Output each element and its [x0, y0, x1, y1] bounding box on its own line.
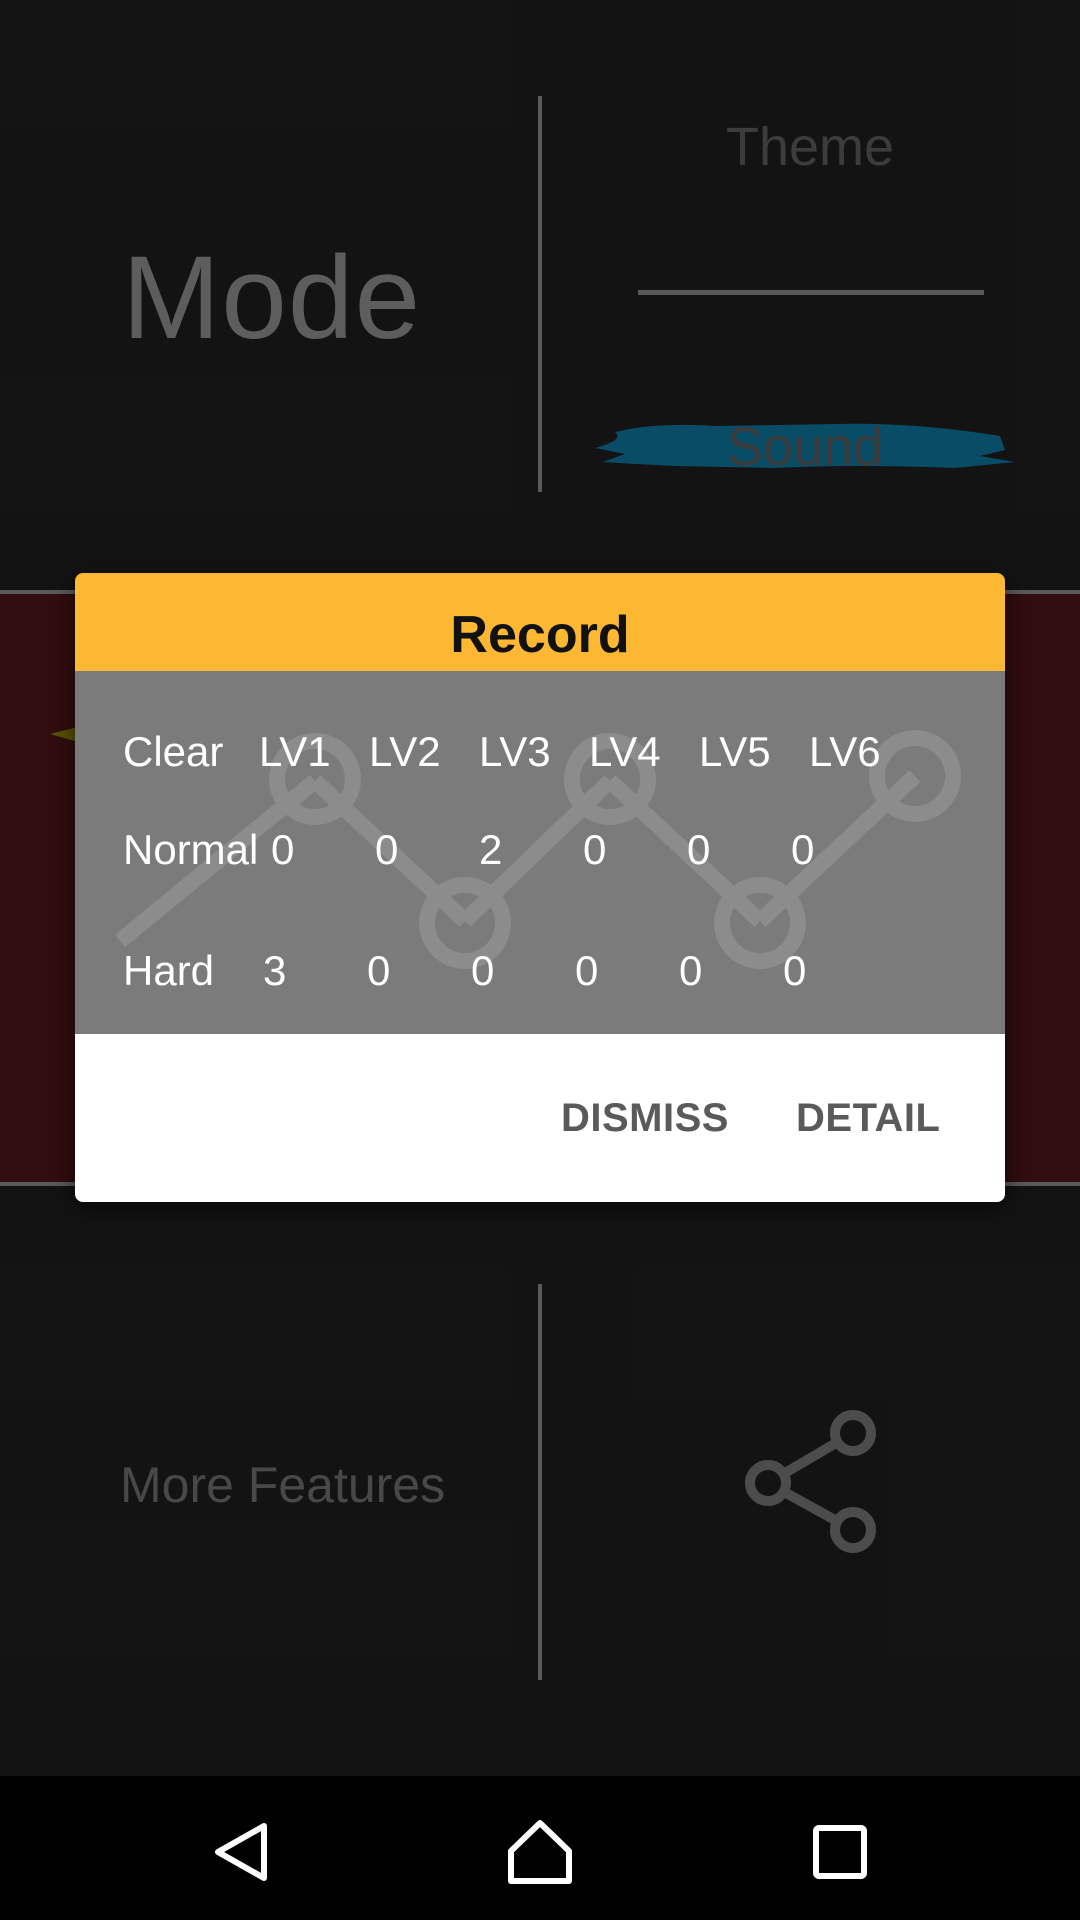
- record-value: 0: [575, 947, 599, 994]
- column-header: LV5: [699, 728, 771, 775]
- column-header: LV6: [809, 728, 881, 775]
- record-value: 3: [263, 947, 287, 994]
- record-dialog: Record Clear LV1 LV2 LV3 LV4 LV5 LV6 Nor…: [75, 573, 1005, 1202]
- record-value: 0: [679, 947, 703, 994]
- column-header: Clear: [123, 728, 224, 775]
- record-value: 0: [367, 947, 391, 994]
- record-value: 0: [687, 826, 711, 873]
- dialog-header: Record: [75, 573, 1005, 671]
- dialog-title: Record: [450, 606, 630, 664]
- home-icon[interactable]: [500, 1812, 580, 1892]
- row-label-hard: Hard: [123, 947, 215, 994]
- column-header: LV1: [259, 728, 331, 775]
- navigation-bar: [0, 1776, 1080, 1920]
- record-value: 0: [791, 826, 815, 873]
- dialog-actions: DISMISS DETAIL: [75, 1034, 1005, 1202]
- record-value: 2: [479, 826, 503, 873]
- back-triangle-icon[interactable]: [202, 1812, 282, 1892]
- record-table: Clear LV1 LV2 LV3 LV4 LV5 LV6 Normal 0 0…: [75, 671, 1005, 1034]
- column-header: LV2: [369, 728, 441, 775]
- record-value: 0: [271, 826, 295, 873]
- row-label-normal: Normal: [123, 826, 259, 873]
- record-value: 0: [375, 826, 399, 873]
- dismiss-button[interactable]: DISMISS: [561, 1096, 729, 1141]
- record-value: 0: [783, 947, 807, 994]
- detail-button[interactable]: DETAIL: [796, 1096, 940, 1141]
- record-value: 0: [583, 826, 607, 873]
- column-header: LV3: [479, 728, 551, 775]
- column-header: LV4: [589, 728, 661, 775]
- record-value: 0: [471, 947, 495, 994]
- recents-square-icon[interactable]: [800, 1812, 880, 1892]
